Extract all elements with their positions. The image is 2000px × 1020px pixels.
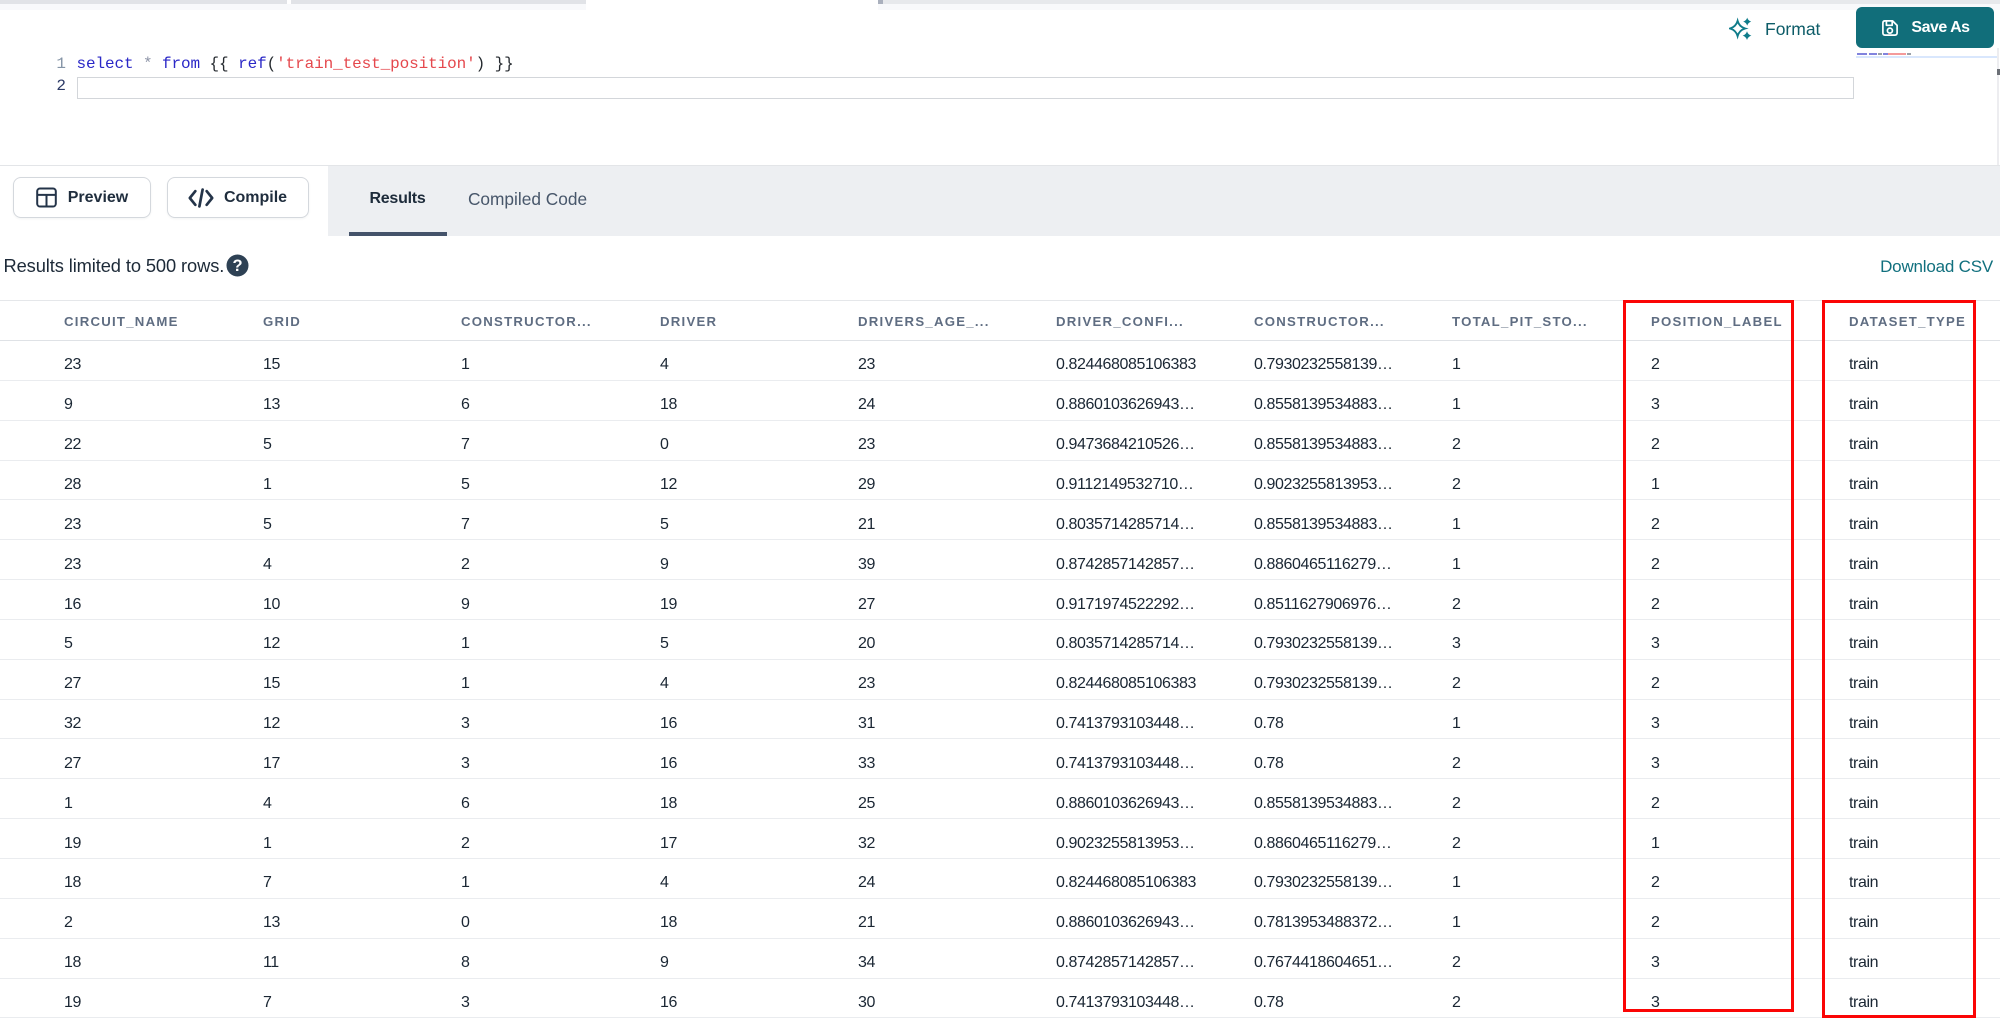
svg-text:?: ? [232,257,242,275]
